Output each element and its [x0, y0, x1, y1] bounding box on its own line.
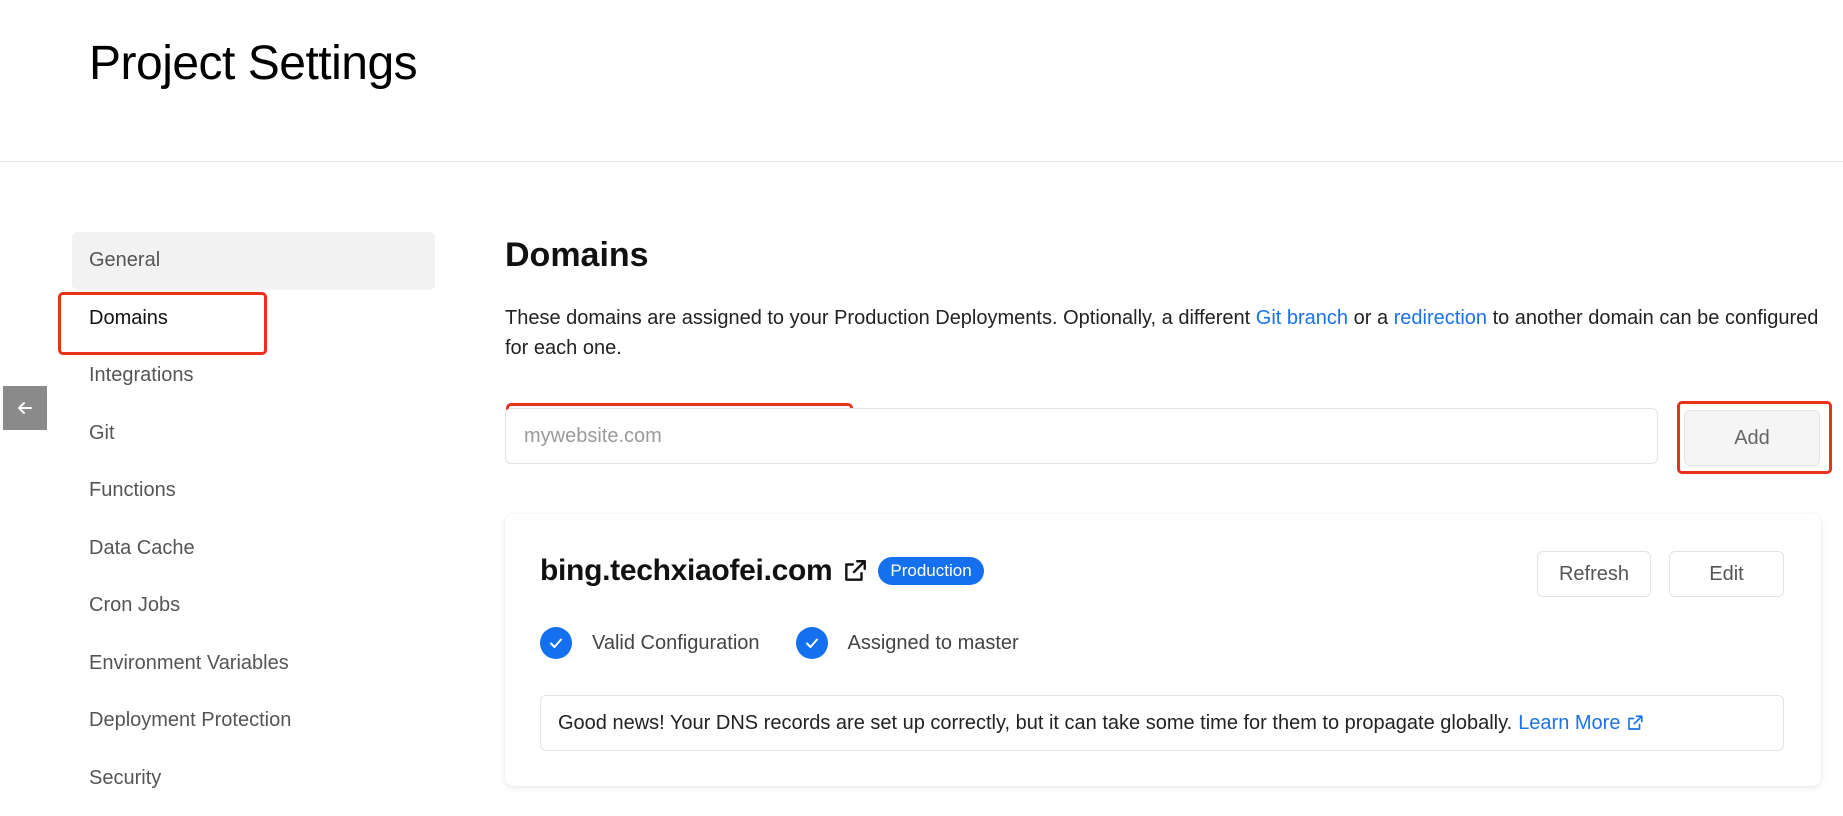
domains-section: Domains These domains are assigned to yo… [505, 232, 1835, 466]
status-assigned-to-master: Assigned to master [795, 627, 1019, 659]
settings-sidebar: General Domains Integrations Git Functio… [72, 232, 435, 807]
description-text-1: These domains are assigned to your Produ… [505, 307, 1256, 329]
status-valid-configuration: Valid Configuration [540, 627, 760, 659]
description-text-2: or a [1348, 307, 1394, 329]
external-link-icon [1628, 715, 1644, 730]
sidebar-item-functions[interactable]: Functions [72, 462, 435, 520]
sidebar-item-data-cache[interactable]: Data Cache [72, 520, 435, 578]
domain-card: bing.techxiaofei.com Production Refresh … [505, 514, 1821, 786]
arrow-left-icon [18, 402, 32, 414]
sidebar-item-deployment-protection[interactable]: Deployment Protection [72, 692, 435, 750]
page-title: Project Settings [89, 37, 418, 90]
sidebar-item-domains[interactable]: Domains [72, 290, 435, 348]
sidebar-item-cron-jobs[interactable]: Cron Jobs [72, 577, 435, 635]
learn-more-link[interactable]: Learn More [1518, 712, 1644, 735]
domain-card-header: bing.techxiaofei.com Production [540, 554, 984, 588]
dns-info-text: Good news! Your DNS records are set up c… [558, 711, 1513, 734]
status-label: Valid Configuration [592, 631, 760, 654]
domains-description: These domains are assigned to your Produ… [505, 303, 1835, 363]
sidebar-item-security[interactable]: Security [72, 750, 435, 808]
domain-status-row: Valid Configuration Assigned to master [540, 627, 1055, 659]
add-button[interactable]: Add [1684, 410, 1820, 466]
sidebar-item-git[interactable]: Git [72, 405, 435, 463]
page: Project Settings General Domains Integra… [0, 0, 1843, 816]
external-link-icon[interactable] [842, 558, 868, 584]
check-icon [795, 627, 828, 659]
section-title: Domains [505, 236, 649, 274]
production-badge: Production [878, 557, 984, 585]
sidebar-item-environment-variables[interactable]: Environment Variables [72, 635, 435, 693]
dns-info-box: Good news! Your DNS records are set up c… [540, 695, 1784, 751]
sidebar-item-integrations[interactable]: Integrations [72, 347, 435, 405]
refresh-button[interactable]: Refresh [1537, 551, 1651, 597]
status-label: Assigned to master [847, 631, 1019, 654]
page-header: Project Settings [0, 0, 1843, 162]
domain-name-link[interactable]: bing.techxiaofei.com [540, 554, 833, 588]
check-icon [540, 627, 572, 659]
domain-input[interactable] [505, 408, 1658, 464]
git-branch-link[interactable]: Git branch [1256, 307, 1348, 329]
redirection-link[interactable]: redirection [1394, 307, 1487, 329]
add-domain-row: Add [505, 408, 1835, 468]
learn-more-label: Learn More [1518, 711, 1621, 734]
edit-button[interactable]: Edit [1669, 551, 1784, 597]
back-button[interactable] [3, 386, 47, 430]
sidebar-item-general[interactable]: General [72, 232, 435, 290]
